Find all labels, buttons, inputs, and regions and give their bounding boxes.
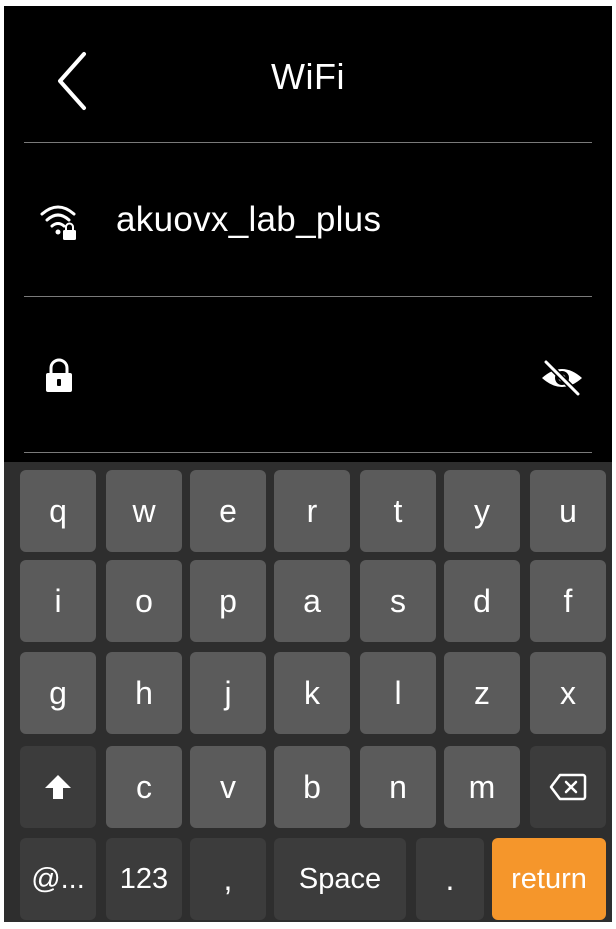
- key-w[interactable]: w: [106, 470, 182, 552]
- key-i[interactable]: i: [20, 560, 96, 642]
- key-m[interactable]: m: [444, 746, 520, 828]
- key-p[interactable]: p: [190, 560, 266, 642]
- return-key[interactable]: return: [492, 838, 606, 920]
- space-key[interactable]: Space: [274, 838, 406, 920]
- network-ssid: akuovx_lab_plus: [116, 200, 382, 239]
- key-n[interactable]: n: [360, 746, 436, 828]
- ssid-divider: [24, 296, 592, 297]
- key-y[interactable]: y: [444, 470, 520, 552]
- key-h[interactable]: h: [106, 652, 182, 734]
- key-t[interactable]: t: [360, 470, 436, 552]
- key-c[interactable]: c: [106, 746, 182, 828]
- comma-key[interactable]: ,: [190, 838, 266, 920]
- key-v[interactable]: v: [190, 746, 266, 828]
- backspace-key[interactable]: [530, 746, 606, 828]
- key-o[interactable]: o: [106, 560, 182, 642]
- numbers-key[interactable]: 123: [106, 838, 182, 920]
- key-d[interactable]: d: [444, 560, 520, 642]
- on-screen-keyboard: q w e r t y u i o p a s d f g h j k l z …: [4, 462, 612, 922]
- symbols-key[interactable]: @...: [20, 838, 96, 920]
- key-a[interactable]: a: [274, 560, 350, 642]
- password-divider: [24, 452, 592, 453]
- shift-key[interactable]: [20, 746, 96, 828]
- key-l[interactable]: l: [360, 652, 436, 734]
- key-b[interactable]: b: [274, 746, 350, 828]
- key-x[interactable]: x: [530, 652, 606, 734]
- key-u[interactable]: u: [530, 470, 606, 552]
- key-e[interactable]: e: [190, 470, 266, 552]
- period-key[interactable]: .: [416, 838, 484, 920]
- page-title: WiFi: [271, 56, 345, 97]
- wifi-lock-icon: [40, 202, 78, 244]
- key-k[interactable]: k: [274, 652, 350, 734]
- key-q[interactable]: q: [20, 470, 96, 552]
- backspace-icon: [549, 773, 587, 801]
- key-f[interactable]: f: [530, 560, 606, 642]
- key-z[interactable]: z: [444, 652, 520, 734]
- key-g[interactable]: g: [20, 652, 96, 734]
- key-s[interactable]: s: [360, 560, 436, 642]
- header-divider: [24, 142, 592, 143]
- eye-slash-icon[interactable]: [538, 358, 586, 398]
- wifi-password-screen: WiFi akuovx_lab_plus q w e r t y u i o p…: [4, 6, 612, 922]
- password-input[interactable]: [104, 356, 518, 398]
- key-j[interactable]: j: [190, 652, 266, 734]
- lock-icon: [44, 358, 74, 394]
- key-r[interactable]: r: [274, 470, 350, 552]
- shift-icon: [45, 775, 71, 799]
